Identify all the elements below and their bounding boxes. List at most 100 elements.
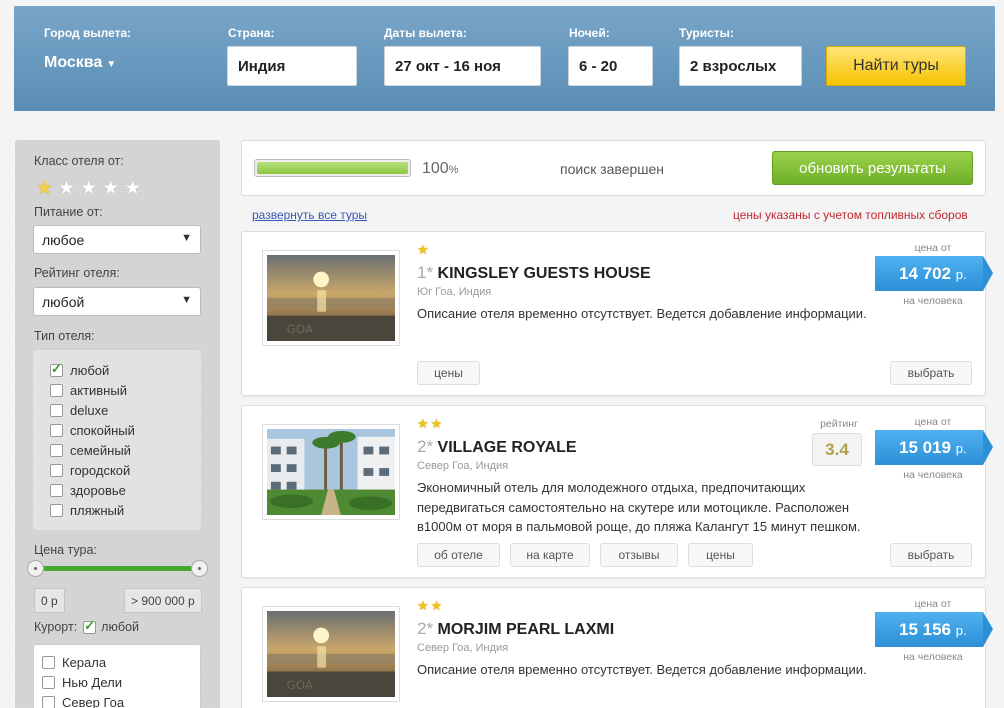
type-option-active[interactable]: активный — [50, 380, 201, 400]
expand-all-tours-link[interactable]: развернуть все туры — [252, 208, 367, 222]
checkbox[interactable] — [50, 483, 63, 497]
price-min-field[interactable]: 0 р — [34, 588, 65, 613]
checkbox[interactable] — [50, 361, 63, 377]
prices-button[interactable]: цены — [688, 543, 753, 567]
rating-filter-value: любой — [42, 294, 85, 310]
price-value: 15 156 — [899, 620, 951, 639]
dates-label: Даты вылета: — [384, 26, 467, 40]
about-hotel-button[interactable]: об отеле — [417, 543, 500, 567]
hotel-title[interactable]: 2* MORJIM PEARL LAXMI — [417, 619, 614, 639]
type-option-calm[interactable]: спокойный — [50, 420, 201, 440]
hotel-stars: ★ ★ — [417, 598, 442, 614]
hotel-class-label: Класс отеля от: — [34, 154, 124, 168]
resort-option-label: Север Гоа — [62, 694, 125, 708]
type-option-health[interactable]: здоровье — [50, 480, 201, 500]
prices-button[interactable]: цены — [417, 361, 480, 385]
choose-button[interactable]: выбрать — [890, 543, 972, 567]
reviews-button[interactable]: отзывы — [600, 543, 678, 567]
tourists-field[interactable]: 2 взрослых — [679, 46, 802, 86]
hotel-title[interactable]: 2* VILLAGE ROYALE — [417, 437, 577, 457]
resort-list: Керала Нью Дели Север Гоа — [33, 644, 201, 708]
star-icon[interactable]: ★ — [80, 177, 97, 200]
price-tag[interactable]: 14 702 р. — [875, 256, 993, 291]
hotel-stars: ★ — [417, 242, 429, 258]
beach-sunset-photo[interactable]: GOA — [262, 250, 400, 346]
on-map-button[interactable]: на карте — [510, 543, 590, 567]
resort-option[interactable]: Север Гоа — [42, 692, 200, 708]
percent-sign: % — [448, 164, 459, 176]
resort-option[interactable]: Нью Дели — [42, 672, 200, 692]
dates-field[interactable]: 27 окт - 16 ноя — [384, 46, 541, 86]
search-status-text: поиск завершен — [560, 161, 665, 177]
chevron-down-icon: ▼ — [181, 232, 192, 244]
hotel-photo-image — [267, 429, 395, 515]
price-slider-min-handle[interactable] — [27, 560, 44, 577]
food-value: любое — [42, 232, 85, 248]
checkbox[interactable] — [50, 383, 63, 397]
rating-select[interactable]: любой ▼ — [33, 287, 201, 316]
checkbox[interactable] — [50, 503, 63, 517]
star-icon[interactable]: ★ — [58, 177, 75, 200]
departure-city-dropdown[interactable]: Москва ▼ — [44, 54, 116, 72]
checkbox[interactable] — [42, 695, 55, 708]
hotel-stars: ★ ★ — [417, 416, 442, 432]
type-option-beach[interactable]: пляжный — [50, 500, 201, 520]
type-option-city[interactable]: городской — [50, 460, 201, 480]
resort-filter: Курорт: любой — [34, 618, 139, 635]
checkbox[interactable] — [42, 675, 55, 689]
price-from-label: цена от — [914, 598, 952, 610]
find-tours-button[interactable]: Найти туры — [826, 46, 966, 86]
checkbox[interactable] — [50, 423, 63, 437]
fuel-surcharge-note: цены указаны с учетом топливных сборов — [733, 208, 968, 222]
type-option-label: любой — [70, 362, 110, 378]
resort-any-checkbox[interactable] — [83, 618, 97, 634]
star-icon: ★ — [430, 416, 443, 431]
resort-option[interactable]: Керала — [42, 652, 200, 672]
hotel-type-list: любой активный deluxe спокойный семейный… — [33, 350, 201, 530]
checkbox[interactable] — [42, 655, 55, 669]
hotel-photo-image: GOA — [267, 255, 395, 341]
price-from-label: цена от — [914, 416, 952, 428]
star-icon[interactable]: ★ — [36, 177, 53, 200]
currency: р. — [955, 441, 967, 456]
filters-sidebar: Класс отеля от: ★ ★ ★ ★ ★ Питание от: лю… — [15, 140, 220, 708]
star-icon[interactable]: ★ — [124, 177, 141, 200]
hotel-description: Описание отеля временно отсутствует. Вед… — [417, 306, 867, 321]
price-tag[interactable]: 15 019 р. — [875, 430, 993, 465]
hotel-location: Север Гоа, Индия — [417, 460, 509, 472]
choose-button[interactable]: выбрать — [890, 361, 972, 385]
type-option-family[interactable]: семейный — [50, 440, 201, 460]
rating-filter-label: Рейтинг отеля: — [34, 266, 120, 280]
food-select[interactable]: любое ▼ — [33, 225, 201, 254]
resort-option-label: Нью Дели — [62, 674, 122, 690]
resort-option-label: Керала — [62, 654, 107, 670]
star-icon: ★ — [430, 598, 443, 613]
type-option-label: активный — [70, 382, 127, 398]
price-slider-max-handle[interactable] — [191, 560, 208, 577]
star-icon: ★ — [417, 416, 429, 431]
checkbox[interactable] — [50, 443, 63, 457]
type-option-label: городской — [70, 462, 131, 478]
caret-down-icon: ▼ — [106, 59, 117, 70]
hotel-location: Север Гоа, Индия — [417, 642, 509, 654]
hotel-class: 1* — [417, 263, 434, 282]
beach-sunset-photo[interactable]: GOA — [262, 606, 400, 702]
hotel-garden-photo[interactable] — [262, 424, 400, 520]
price-value: 15 019 — [899, 438, 951, 457]
currency: р. — [955, 623, 967, 638]
type-option-any[interactable]: любой — [50, 360, 201, 380]
checkbox[interactable] — [50, 403, 63, 417]
checkbox[interactable] — [50, 463, 63, 477]
refresh-results-button[interactable]: обновить результаты — [772, 151, 973, 185]
hotel-name: VILLAGE ROYALE — [437, 439, 577, 456]
nights-field[interactable]: 6 - 20 — [568, 46, 653, 86]
hotel-class: 2* — [417, 437, 434, 456]
price-slider-track[interactable] — [37, 566, 199, 571]
hotel-title[interactable]: 1* KINGSLEY GUESTS HOUSE — [417, 263, 651, 283]
country-field[interactable]: Индия — [227, 46, 357, 86]
type-option-deluxe[interactable]: deluxe — [50, 400, 201, 420]
star-icon[interactable]: ★ — [102, 177, 119, 200]
price-tag[interactable]: 15 156 р. — [875, 612, 993, 647]
hotel-photo-image: GOA — [267, 611, 395, 697]
price-max-field[interactable]: > 900 000 р — [124, 588, 202, 613]
